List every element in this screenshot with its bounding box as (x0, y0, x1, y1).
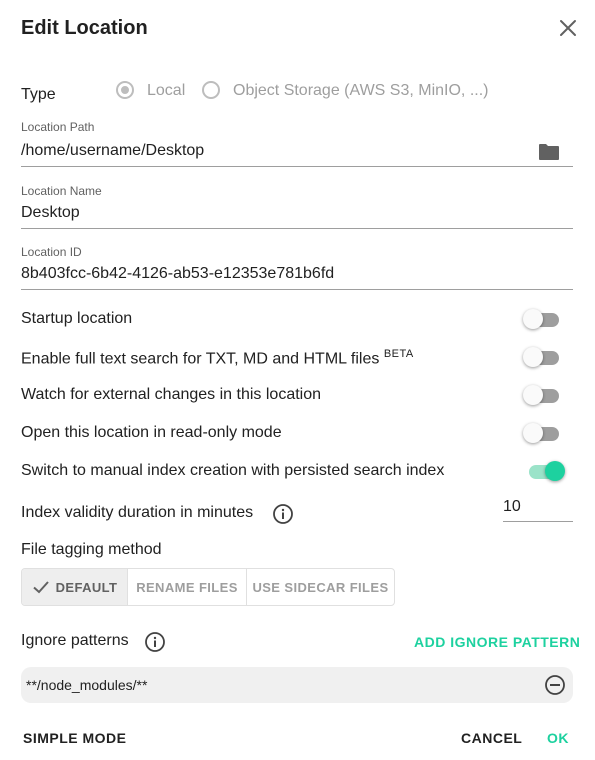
manual-index-switch[interactable] (525, 459, 565, 483)
location-path-underline (21, 166, 573, 167)
full-text-search-text: Enable full text search for TXT, MD and … (21, 350, 380, 368)
full-text-search-label: Enable full text search for TXT, MD and … (21, 348, 414, 368)
file-tagging-label: File tagging method (21, 541, 162, 558)
remove-circle-icon[interactable] (544, 674, 566, 696)
info-icon[interactable] (144, 631, 166, 653)
location-name-underline (21, 228, 573, 229)
ignore-patterns-label: Ignore patterns (21, 632, 129, 649)
manual-index-label: Switch to manual index creation with per… (21, 462, 445, 479)
index-validity-label: Index validity duration in minutes (21, 504, 254, 521)
index-validity-underline (503, 521, 573, 522)
tagging-default-label: DEFAULT (55, 579, 118, 595)
index-validity-input[interactable]: 10 (503, 498, 521, 516)
cancel-button[interactable]: CANCEL (461, 730, 522, 746)
ignore-pattern-item: **/node_modules/** (21, 667, 573, 703)
location-id-underline (21, 289, 573, 290)
tagging-default-button[interactable]: DEFAULT (22, 569, 128, 605)
read-only-switch[interactable] (523, 421, 563, 445)
folder-icon[interactable] (538, 142, 560, 162)
info-icon[interactable] (272, 503, 294, 525)
read-only-label: Open this location in read-only mode (21, 424, 282, 441)
location-id-input[interactable]: 8b403fcc-6b42-4126-ab53-e12353e781b6fd (21, 265, 334, 283)
beta-badge: BETA (383, 348, 414, 360)
location-path-label: Location Path (21, 120, 95, 134)
check-icon (32, 578, 50, 596)
location-name-input[interactable]: Desktop (21, 204, 80, 222)
add-ignore-pattern-button[interactable]: ADD IGNORE PATTERN (414, 634, 580, 650)
full-text-search-switch[interactable] (523, 345, 563, 369)
tagging-rename-files-label: RENAME FILES (136, 579, 238, 595)
ignore-pattern-text: **/node_modules/** (26, 677, 148, 693)
type-label: Type (21, 86, 56, 103)
watch-changes-label: Watch for external changes in this locat… (21, 386, 322, 403)
location-id-label: Location ID (21, 245, 82, 259)
startup-location-switch[interactable] (523, 307, 563, 331)
simple-mode-button[interactable]: SIMPLE MODE (23, 730, 127, 746)
startup-location-label: Startup location (21, 310, 133, 327)
dialog-title: Edit Location (21, 17, 148, 39)
radio-local[interactable] (116, 81, 134, 99)
ok-button[interactable]: OK (547, 730, 569, 746)
tagging-sidecar-files-label: USE SIDECAR FILES (252, 579, 389, 595)
tagging-rename-files-button[interactable]: RENAME FILES (128, 569, 247, 605)
radio-local-label: Local (147, 82, 186, 99)
radio-object-storage-label: Object Storage (AWS S3, MinIO, ...) (233, 82, 489, 99)
location-name-label: Location Name (21, 184, 102, 198)
close-icon[interactable] (556, 16, 580, 40)
radio-object-storage[interactable] (202, 81, 220, 99)
tagging-sidecar-files-button[interactable]: USE SIDECAR FILES (247, 569, 394, 605)
location-path-input[interactable]: /home/username/Desktop (21, 142, 204, 160)
watch-changes-switch[interactable] (523, 383, 563, 407)
file-tagging-toggle-group: DEFAULT RENAME FILES USE SIDECAR FILES (21, 568, 395, 606)
